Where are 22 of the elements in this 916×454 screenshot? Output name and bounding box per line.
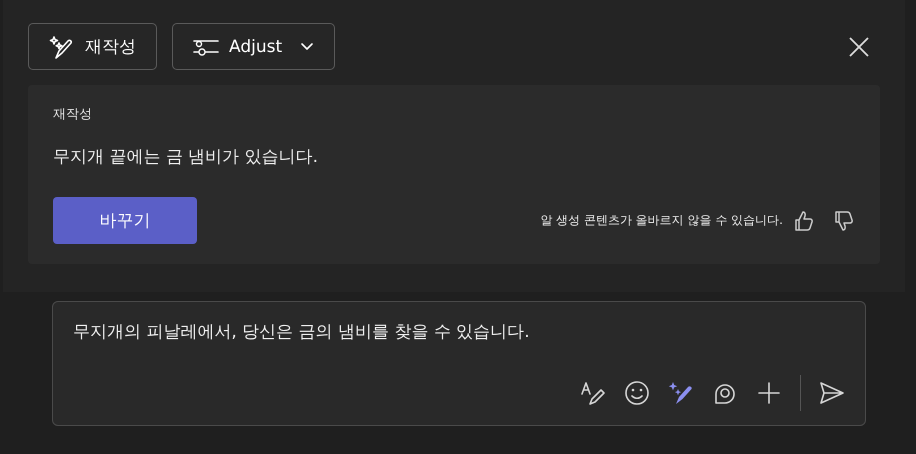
suggestion-heading: 재작성 xyxy=(53,106,93,123)
sparkle-pen-icon xyxy=(49,34,75,60)
close-button[interactable] xyxy=(848,36,870,58)
plus-icon xyxy=(756,380,782,406)
chevron-down-icon xyxy=(300,42,314,52)
emoji-icon xyxy=(624,380,650,406)
adjust-button[interactable]: Adjust xyxy=(172,23,336,70)
send-button[interactable] xyxy=(819,380,845,406)
toolbar-button[interactable] xyxy=(624,380,650,406)
text-format-icon xyxy=(580,380,606,406)
sparkle-pen-icon xyxy=(668,380,694,406)
suggestion-text: 무지개 끝에는 금 냄비가 있습니다. xyxy=(53,146,320,168)
message-text: 무지개의 피날레에서, 당신은 금의 냄비를 찾을 수 있습니다. xyxy=(73,321,531,343)
toolbar-button[interactable] xyxy=(668,380,694,406)
rewrite-button[interactable]: 재작성 xyxy=(28,23,157,70)
thumbs-up-button[interactable] xyxy=(793,210,815,232)
replace-button[interactable]: 바꾸기 xyxy=(53,197,197,244)
toolbar-button[interactable] xyxy=(580,380,606,406)
toolbar-button[interactable] xyxy=(756,380,782,406)
message-field[interactable]: 무지개의 피날레에서, 당신은 금의 냄비를 찾을 수 있습니다. xyxy=(52,301,866,426)
disclaimer-text: 알 생성 콘텐츠가 올바르지 않을 수 있습니다. xyxy=(540,212,783,229)
thumbs-down-button[interactable] xyxy=(833,210,855,232)
